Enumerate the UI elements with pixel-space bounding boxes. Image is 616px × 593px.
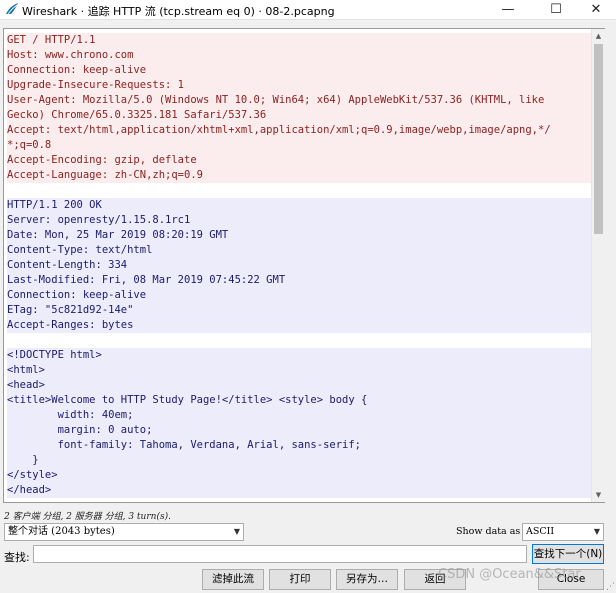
stream-line: Host: www.chrono.com [7, 48, 591, 63]
stream-line: Accept: text/html,application/xhtml+xml,… [7, 123, 591, 138]
stream-line: <html> [7, 363, 591, 378]
stream-line: font-family: Tahoma, Verdana, Arial, san… [7, 438, 591, 453]
stream-line: <head> [7, 378, 591, 393]
scroll-up-arrow-icon[interactable]: ▲ [592, 29, 605, 43]
show-data-select[interactable]: ASCII ▼ [522, 523, 604, 541]
maximize-button[interactable]: ☐ [536, 0, 576, 20]
conversation-select-value: 整个对话 (2043 bytes) [8, 526, 115, 537]
stream-line: HTTP/1.1 200 OK [7, 198, 591, 213]
stream-line: } [7, 453, 591, 468]
chevron-down-icon: ▼ [233, 527, 240, 536]
stream-text-area[interactable]: GET / HTTP/1.1 Host: www.chrono.com Conn… [4, 29, 591, 502]
stream-line: User-Agent: Mozilla/5.0 (Windows NT 10.0… [7, 93, 591, 108]
stream-line: *;q=0.8 [7, 138, 591, 153]
server-response-block: HTTP/1.1 200 OK Server: openresty/1.15.8… [7, 198, 591, 333]
vertical-scrollbar[interactable]: ▲ ▼ [591, 29, 605, 502]
stream-line: width: 40em; [7, 408, 591, 423]
resize-grip-icon[interactable]: ⋰ [606, 582, 615, 592]
stream-line: ETag: "5c821d92-14e" [7, 303, 591, 318]
scroll-down-arrow-icon[interactable]: ▼ [592, 488, 605, 502]
window-title: Wireshark · 追踪 HTTP 流 (tcp.stream eq 0) … [22, 5, 335, 18]
csdn-watermark: CSDN @Ocean&&Star [438, 567, 581, 582]
find-input[interactable] [33, 545, 527, 563]
stream-line: Upgrade-Insecure-Requests: 1 [7, 78, 591, 93]
stream-line: Server: openresty/1.15.8.1rc1 [7, 213, 591, 228]
title-bar: Wireshark · 追踪 HTTP 流 (tcp.stream eq 0) … [0, 0, 616, 20]
show-data-select-value: ASCII [526, 526, 555, 537]
stream-line: <title>Welcome to HTTP Study Page!</titl… [7, 393, 591, 408]
stream-line: margin: 0 auto; [7, 423, 591, 438]
minimize-button[interactable]: — [488, 0, 528, 20]
server-body-block: <!DOCTYPE html> <html> <head> <title>Wel… [7, 348, 591, 498]
stream-line: Date: Mon, 25 Mar 2019 08:20:19 GMT [7, 228, 591, 243]
stream-content-panel: GET / HTTP/1.1 Host: www.chrono.com Conn… [3, 28, 605, 503]
stream-line: Accept-Ranges: bytes [7, 318, 591, 333]
wireshark-fin-icon [6, 3, 18, 15]
stream-line: Connection: keep-alive [7, 63, 591, 78]
close-window-button[interactable]: ✕ [576, 0, 616, 20]
find-next-button[interactable]: 查找下一个(N) [532, 544, 604, 564]
stream-line: </head> [7, 483, 591, 498]
stream-line: Content-Type: text/html [7, 243, 591, 258]
stream-line: Accept-Encoding: gzip, deflate [7, 153, 591, 168]
print-button[interactable]: 打印 [269, 569, 331, 590]
stream-line: GET / HTTP/1.1 [7, 33, 591, 48]
save-as-button[interactable]: 另存为… [336, 569, 398, 590]
stream-line: </style> [7, 468, 591, 483]
stream-line: Accept-Language: zh-CN,zh;q=0.9 [7, 168, 591, 183]
stream-line: Connection: keep-alive [7, 288, 591, 303]
conversation-select[interactable]: 整个对话 (2043 bytes) ▼ [4, 523, 244, 541]
scrollbar-thumb[interactable] [594, 44, 603, 234]
stream-line: Content-Length: 334 [7, 258, 591, 273]
stream-line: <!DOCTYPE html> [7, 348, 591, 363]
show-data-label: Show data as [456, 526, 521, 537]
chevron-down-icon: ▼ [593, 527, 600, 536]
filter-out-stream-button[interactable]: 滤掉此流 [202, 569, 264, 590]
find-label: 查找: [4, 551, 30, 564]
stream-line: Last-Modified: Fri, 08 Mar 2019 07:45:22… [7, 273, 591, 288]
stream-summary: 2 客户端 分组, 2 服务器 分组, 3 turn(s). [4, 512, 171, 522]
client-request-block: GET / HTTP/1.1 Host: www.chrono.com Conn… [7, 33, 591, 183]
stream-line: Gecko) Chrome/65.0.3325.181 Safari/537.3… [7, 108, 591, 123]
